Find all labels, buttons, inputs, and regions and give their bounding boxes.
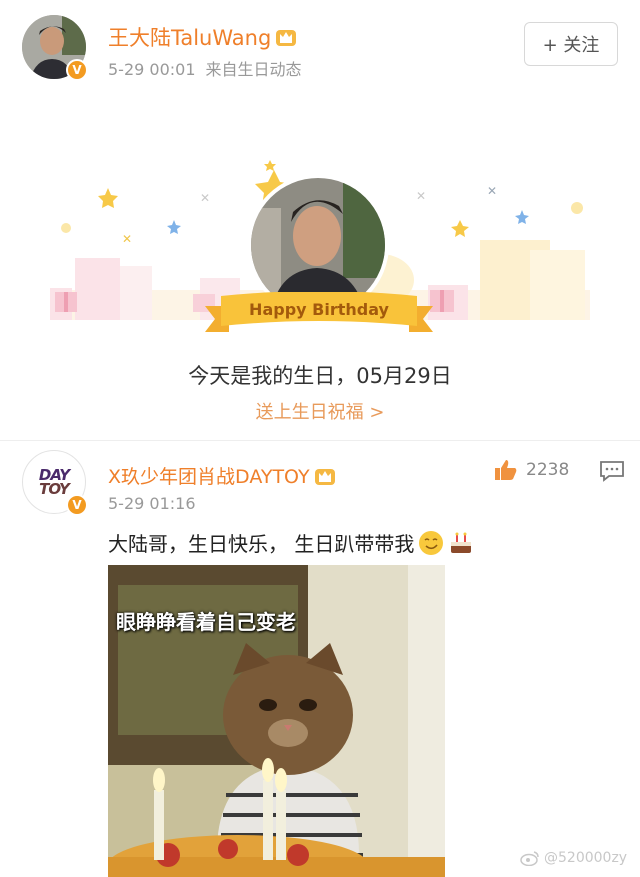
watermark: @520000zy (520, 850, 627, 866)
comment-avatar[interactable]: DAY TOY V (22, 450, 88, 516)
follow-button[interactable]: + 关注 (524, 22, 618, 66)
like-count: 2238 (526, 460, 570, 480)
author-name-text: 王大陆TaluWang (108, 26, 272, 50)
smirk-emoji-icon (418, 530, 444, 556)
author-name[interactable]: 王大陆TaluWang (108, 22, 297, 52)
svg-text:✕: ✕ (200, 191, 210, 205)
verified-badge-icon: V (66, 494, 88, 516)
ribbon-text: Happy Birthday (249, 300, 389, 319)
svg-text:✕: ✕ (416, 189, 426, 203)
verified-badge-icon: V (66, 59, 88, 81)
comment-text: 大陆哥，生日快乐， 生日趴带带我 (108, 528, 474, 557)
like-button[interactable]: 2238 (494, 458, 569, 482)
send-wishes-link[interactable]: 送上生日祝福 > (0, 398, 640, 424)
weibo-logo-icon (520, 851, 539, 866)
post-meta: 5-29 00:01 来自生日动态 (108, 56, 302, 80)
watermark-text: @520000zy (544, 850, 628, 866)
comment-text-content: 大陆哥，生日快乐， 生日趴带带我 (108, 532, 415, 556)
image-caption: 眼睁睁看着自己变老 (116, 610, 296, 634)
birthday-message: 今天是我的生日，05月29日 (188, 364, 452, 388)
crown-icon (275, 27, 297, 47)
logo-text-2: TOY (39, 480, 70, 498)
svg-text:✕: ✕ (487, 184, 497, 198)
comment-timestamp: 5-29 01:16 (108, 494, 196, 513)
crown-icon (314, 466, 336, 486)
comment-icon[interactable] (599, 460, 625, 482)
post-source: 来自生日动态 (205, 60, 302, 79)
comment-author-text: X玖少年团肖战DAYTOY (108, 466, 310, 488)
thumbs-up-icon (495, 460, 517, 480)
cake-emoji-icon (448, 530, 474, 556)
svg-text:✕: ✕ (122, 232, 132, 246)
author-avatar[interactable]: V (22, 15, 88, 81)
post-timestamp: 5-29 00:01 (108, 60, 196, 79)
divider (0, 440, 640, 441)
comment-author[interactable]: X玖少年团肖战DAYTOY (108, 462, 336, 489)
